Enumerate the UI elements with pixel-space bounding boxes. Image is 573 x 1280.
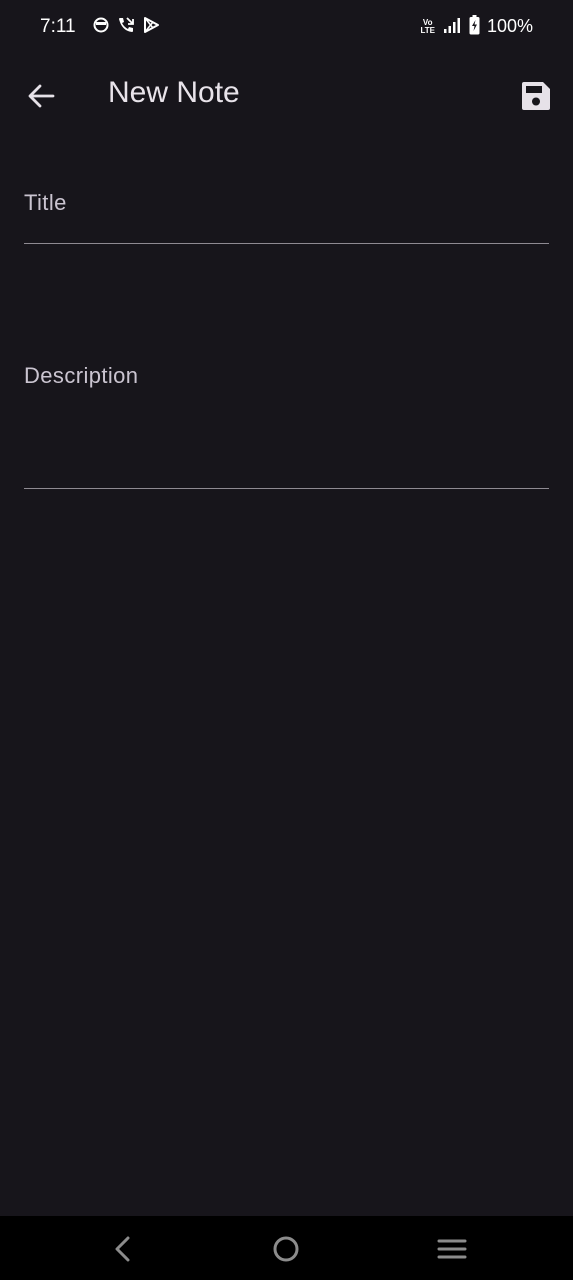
nav-back-button[interactable] [104,1232,140,1266]
status-icons-right: Vo LTE [420,14,480,40]
signal-icon [443,17,461,38]
status-bar: 7:11 Vo LTE 100% [0,0,573,56]
battery-charging-icon [469,14,480,40]
app-bar: New Note [0,56,573,136]
title-field-label: Title [24,190,67,215]
play-store-icon [142,16,160,39]
status-time: 7:11 [40,16,76,37]
battery-percentage: 100% [487,16,534,36]
missed-call-icon [116,15,136,40]
system-nav-bar [0,1216,573,1280]
nav-recents-button[interactable] [434,1232,470,1266]
nav-home-button[interactable] [268,1232,304,1266]
title-field-underline [24,243,549,244]
back-button[interactable] [24,78,60,114]
volte-icon: Vo LTE [420,19,435,35]
arrow-back-icon [24,84,60,118]
notification-ring-icon [92,16,110,39]
status-icons-left [92,16,160,38]
save-button[interactable] [518,78,554,114]
save-icon [518,82,554,118]
nav-recents-icon [434,1239,470,1270]
nav-home-icon [268,1236,304,1270]
description-field-label: Description [24,363,139,388]
title-field[interactable] [24,176,549,244]
nav-back-icon [104,1236,140,1270]
page-title: New Note [108,76,240,109]
volte-badge-bottom: LTE [420,26,435,35]
description-field-underline [24,488,549,489]
